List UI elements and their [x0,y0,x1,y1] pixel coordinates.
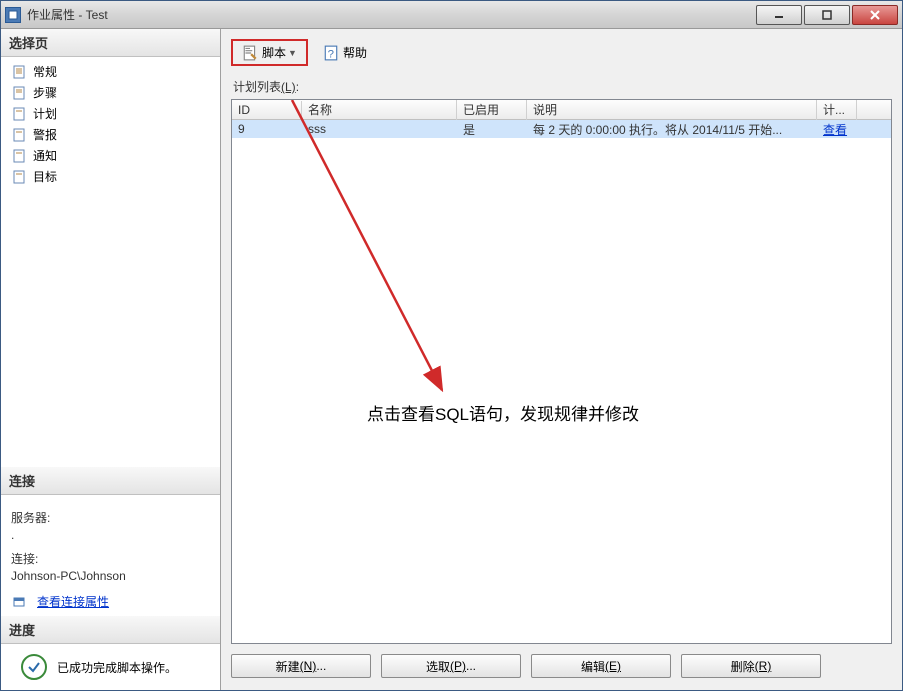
svg-text:?: ? [328,48,334,60]
page-icon [11,64,27,80]
chevron-down-icon: ▼ [288,48,297,58]
pick-button[interactable]: 选取(P)... [381,654,521,678]
nav-label: 通知 [33,147,57,164]
window-title: 作业属性 - Test [27,6,756,23]
grid-header: ID 名称 已启用 说明 计... [232,100,891,120]
nav-item-alerts[interactable]: 警报 [1,124,220,145]
script-icon [242,45,258,61]
nav-item-targets[interactable]: 目标 [1,166,220,187]
nav-label: 常规 [33,63,57,80]
connection-section: 服务器: . 连接: Johnson-PC\Johnson 查看连接属性 [1,495,220,616]
script-button[interactable]: 脚本 ▼ [235,41,304,64]
maximize-button[interactable] [804,5,850,25]
grid-row[interactable]: 9 sss 是 每 2 天的 0:00:00 执行。将从 2014/11/5 开… [232,120,891,138]
server-value: . [11,528,210,542]
close-button[interactable] [852,5,898,25]
nav-item-steps[interactable]: 步骤 [1,82,220,103]
new-button[interactable]: 新建(N)... [231,654,371,678]
page-nav-list: 常规 步骤 计划 警报 通知 [1,57,220,191]
delete-button[interactable]: 删除(R) [681,654,821,678]
schedule-grid[interactable]: ID 名称 已启用 说明 计... 9 sss 是 每 2 天的 0:00:00… [231,99,892,644]
help-label: 帮助 [343,44,367,61]
connection-header: 连接 [1,467,220,495]
app-icon [5,7,21,23]
page-icon [11,85,27,101]
success-check-icon [21,654,47,680]
schedule-list-label: 计划列表(L): [233,78,892,95]
col-header-enabled[interactable]: 已启用 [457,99,527,120]
col-header-id[interactable]: ID [232,101,302,119]
help-button[interactable]: ? 帮助 [316,41,374,64]
progress-header: 进度 [1,616,220,644]
page-icon [11,106,27,122]
cell-desc: 每 2 天的 0:00:00 执行。将从 2014/11/5 开始... [527,120,817,139]
minimize-button[interactable] [756,5,802,25]
select-page-header: 选择页 [1,29,220,57]
button-row: 新建(N)... 选取(P)... 编辑(E) 删除(R) [231,644,892,682]
nav-label: 警报 [33,126,57,143]
nav-label: 步骤 [33,84,57,101]
cell-id: 9 [232,121,302,137]
connection-label: 连接: [11,550,210,567]
job-properties-window: 作业属性 - Test 选择页 常规 步骤 [0,0,903,691]
nav-item-schedules[interactable]: 计划 [1,103,220,124]
page-icon [11,169,27,185]
annotation-arrow [232,100,892,600]
col-header-name[interactable]: 名称 [302,99,457,120]
connection-value: Johnson-PC\Johnson [11,569,210,583]
nav-label: 目标 [33,168,57,185]
window-controls [756,5,898,25]
content-area: 选择页 常规 步骤 计划 警报 [1,29,902,690]
view-link[interactable]: 查看 [823,123,847,137]
progress-text: 已成功完成脚本操作。 [57,659,177,676]
sidebar-spacer [1,191,220,467]
nav-label: 计划 [33,105,57,122]
page-icon [11,127,27,143]
help-icon: ? [323,45,339,61]
col-header-desc[interactable]: 说明 [527,99,817,120]
cell-name: sss [302,121,457,137]
cell-enabled: 是 [457,120,527,139]
script-label: 脚本 [262,44,286,61]
toolbar: 脚本 ▼ ? 帮助 [231,37,892,74]
sidebar: 选择页 常规 步骤 计划 警报 [1,29,221,690]
nav-item-notifications[interactable]: 通知 [1,145,220,166]
titlebar: 作业属性 - Test [1,1,902,29]
server-label: 服务器: [11,509,210,526]
script-button-highlight: 脚本 ▼ [231,39,308,66]
view-connection-properties-link[interactable]: 查看连接属性 [37,593,109,610]
progress-section: 已成功完成脚本操作。 [1,644,220,690]
page-icon [11,148,27,164]
nav-item-general[interactable]: 常规 [1,61,220,82]
main-panel: 脚本 ▼ ? 帮助 计划列表(L): ID 名称 已启用 说明 计 [221,29,902,690]
col-header-plan[interactable]: 计... [817,99,857,120]
properties-icon [11,594,27,610]
annotation-text: 点击查看SQL语句，发现规律并修改 [367,400,639,425]
cell-view: 查看 [817,120,857,139]
edit-button[interactable]: 编辑(E) [531,654,671,678]
